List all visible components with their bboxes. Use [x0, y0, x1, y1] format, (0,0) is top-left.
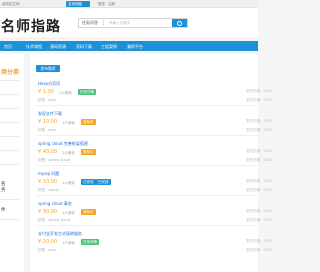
task-title[interactable]: Hexo分页问 [38, 81, 60, 87]
divider [0, 164, 20, 165]
divider [0, 136, 20, 137]
task-price: ¥ 20.00 [38, 239, 58, 245]
login-link[interactable]: 登录 [98, 2, 105, 7]
bid-count: 1人竞标 [62, 150, 75, 155]
task-price: ¥ 30.00 [38, 209, 58, 215]
user-button[interactable]: 名师指路 [66, 1, 90, 7]
register-link[interactable]: 注册 [108, 2, 115, 7]
task-meta: 发布日期：2019 [246, 209, 273, 213]
main-nav: 首页 技术课程 源码资源 资料下载 工程案例 兼职平台 [0, 41, 258, 51]
site-link[interactable]: 高校招生网 [2, 2, 20, 7]
publish-button[interactable]: 发布需求 [36, 65, 60, 72]
task-meta: 发布日期：2019 [246, 119, 273, 123]
divider [0, 199, 20, 200]
status-badge: 竞标中 [81, 209, 96, 215]
sidebar-item-label[interactable]: 务 [1, 187, 6, 193]
task-title[interactable]: spring cloud 事务 [38, 201, 72, 207]
task-tag: 标签：mysql [38, 188, 59, 192]
task-tag: 标签：spring cloud [38, 158, 70, 162]
bid-count: 1人竞标 [62, 180, 75, 185]
status-badge: 已完成 [96, 179, 111, 185]
divider [36, 105, 258, 106]
divider [36, 165, 258, 166]
divider [36, 135, 258, 136]
divider [0, 150, 20, 151]
task-meta: 发布日期：2019 [246, 128, 273, 132]
status-badge: 竞标中 [81, 149, 96, 155]
category-sidebar: 类分类 名 务 件 [0, 54, 24, 272]
task-tag: 标签：java [38, 248, 56, 252]
divider [0, 94, 20, 95]
sidebar-item-label[interactable]: 件 [1, 207, 6, 213]
task-meta: 发布日期：2019 [246, 98, 273, 102]
task-list-panel: 发布需求 Hexo分页问 ¥ 1.00 1人竞标 任务详情 标签：java 发布… [30, 54, 272, 272]
task-title[interactable]: mysql 问题 [38, 171, 59, 177]
task-meta: 发布日期：2019 [246, 89, 273, 93]
task-meta: 发布日期：2019 [246, 158, 273, 162]
task-price: ¥ 10.00 [38, 179, 58, 185]
status-badge: 任务详情 [81, 239, 99, 245]
task-meta: 发布日期：2019 [246, 218, 273, 222]
divider [36, 225, 258, 226]
task-price: ¥ 10.00 [38, 119, 58, 125]
task-title[interactable]: 支付宝开发方式接收服务 [38, 231, 82, 237]
nav-courses[interactable]: 技术课程 [26, 44, 42, 50]
task-meta: 发布日期：2019 [246, 149, 273, 153]
search-input[interactable]: 请输入关键词 [109, 20, 171, 26]
list-item[interactable]: spring cloud 事务 ¥ 30.00 1人竞标 竞标中 标签：spri… [36, 201, 272, 233]
task-tag: 标签：java [38, 128, 56, 132]
task-price: ¥ 40.00 [38, 149, 58, 155]
divider [0, 108, 20, 109]
search-button[interactable] [172, 19, 187, 27]
nav-home[interactable]: 首页 [4, 44, 12, 50]
task-meta: 发布日期：2019 [246, 179, 273, 183]
top-bar: 高校招生网 名师指路 登录 注册 [0, 0, 258, 8]
bid-count: 1人竞标 [62, 120, 75, 125]
task-meta: 发布日期：2019 [246, 239, 273, 243]
nav-source[interactable]: 源码资源 [50, 44, 66, 50]
task-tag: 标签：java [38, 98, 56, 102]
bid-count: 1人竞标 [59, 90, 72, 95]
list-item[interactable]: 发现文件下载 ¥ 10.00 1人竞标 竞标中 标签：java 发布日期：201… [36, 111, 272, 143]
divider [36, 195, 258, 196]
search-box: 任务问答 请输入关键词 [78, 18, 188, 28]
site-logo[interactable]: 名师指路 [1, 16, 61, 36]
task-tag: 标签：spring cloud [38, 218, 70, 222]
list-item[interactable]: 支付宝开发方式接收服务 ¥ 20.00 1人竞标 任务详情 标签：java 发布… [36, 231, 272, 263]
nav-cases[interactable]: 工程案例 [101, 44, 117, 50]
divider [0, 219, 20, 220]
nav-parttime[interactable]: 兼职平台 [127, 44, 143, 50]
status-badge: 任务详情 [78, 89, 96, 95]
task-price: ¥ 1.00 [38, 89, 54, 95]
search-type-select[interactable]: 任务问答 [80, 20, 104, 26]
list-item[interactable]: mysql 问题 ¥ 10.00 1人竞标 已完成 已完成 标签：mysql 发… [36, 171, 272, 203]
task-meta: 发布日期：2019 [246, 248, 273, 252]
nav-downloads[interactable]: 资料下载 [76, 44, 92, 50]
divider [0, 122, 20, 123]
list-item[interactable]: spring cloud 完善框架搭建 ¥ 40.00 1人竞标 竞标中 标签：… [36, 141, 272, 173]
bid-count: 1人竞标 [62, 240, 75, 245]
sidebar-title: 类分类 [1, 69, 20, 76]
bid-count: 1人竞标 [62, 210, 75, 215]
status-badge: 竞标中 [81, 119, 96, 125]
status-badge: 已完成 [81, 179, 96, 185]
task-title[interactable]: 发现文件下载 [38, 111, 62, 117]
list-item[interactable]: Hexo分页问 ¥ 1.00 1人竞标 任务详情 标签：java 发布日期：20… [36, 81, 272, 113]
task-title[interactable]: spring cloud 完善框架搭建 [38, 141, 88, 147]
task-meta: 发布日期：2019 [246, 188, 273, 192]
divider [0, 80, 20, 81]
